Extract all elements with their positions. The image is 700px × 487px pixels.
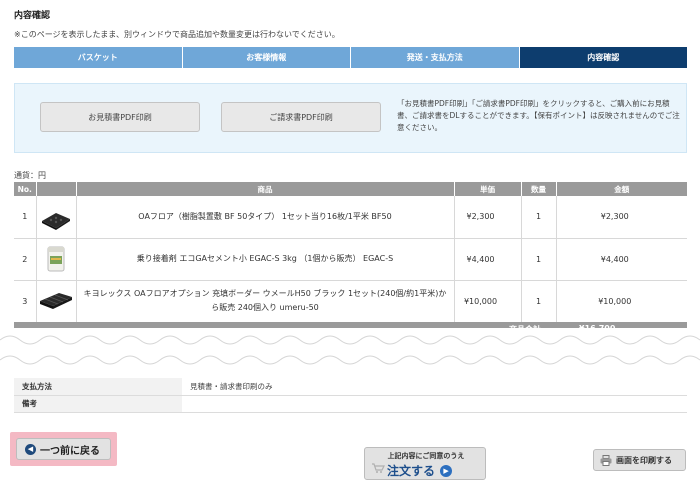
product-thumbnail — [36, 196, 77, 239]
step-confirm: 内容確認 — [519, 47, 687, 68]
amount: ¥4,400 — [556, 238, 687, 281]
table-row: 1 OAフロア（樹脂製置敷 BF 50タイプ） 1セット当り16枚/1平米 BF… — [14, 196, 687, 239]
back-button-highlight: ◀ 一つ前に戻る — [10, 432, 117, 466]
printer-icon — [600, 454, 612, 466]
header-unit-price: 単価 — [454, 182, 522, 196]
header-quantity: 数量 — [521, 182, 557, 196]
arrow-left-icon: ◀ — [25, 443, 36, 455]
header-image — [36, 182, 77, 196]
pdf-print-panel: お見積書PDF印刷 ご請求書PDF印刷 「お見積書PDF印刷」「ご請求書PDF印… — [14, 83, 687, 153]
border-strip-thumbnail — [39, 285, 73, 317]
place-order-button[interactable]: 上記内容にご同意のうえ 注文する ▶ — [364, 447, 486, 480]
row-no: 3 — [14, 280, 37, 323]
product-name[interactable]: OAフロア（樹脂製置敷 BF 50タイプ） 1セット当り16枚/1平米 BF50 — [76, 196, 455, 239]
print-button-label: 画面を印刷する — [616, 455, 672, 465]
back-button[interactable]: ◀ 一つ前に戻る — [16, 438, 111, 460]
product-name[interactable]: 乗り接着剤 エコGAセメント小 EGAC-S 3kg （1個から販売） EGAC… — [76, 238, 455, 281]
row-no: 2 — [14, 238, 37, 281]
unit-price: ¥2,300 — [454, 196, 522, 239]
pdf-note: 「お見積書PDF印刷」「ご請求書PDF印刷」をクリックすると、ご購入前にお見積書… — [397, 99, 680, 132]
remarks-value — [182, 395, 687, 413]
currency-label: 通貨：円 — [14, 171, 46, 180]
estimate-pdf-button[interactable]: お見積書PDF印刷 — [40, 102, 200, 132]
invoice-pdf-button[interactable]: ご請求書PDF印刷 — [221, 102, 381, 132]
torn-edge-divider — [0, 328, 700, 365]
print-page-button[interactable]: 画面を印刷する — [593, 449, 686, 471]
order-items-table: No. 商品 単価 数量 金額 1 OAフロア（樹脂製置敷 BF 50タイプ） … — [14, 182, 687, 323]
quantity: 1 — [521, 280, 557, 323]
table-row: 3 キヨレックス OAフロアオプション 充填ボーダー ウメールH50 ブラック … — [14, 280, 687, 323]
quantity: 1 — [521, 238, 557, 281]
header-no: No. — [14, 182, 37, 196]
remarks-row: 備考 — [14, 395, 687, 413]
step-shipping-payment: 発送・支払方法 — [351, 47, 519, 68]
adhesive-bucket-thumbnail — [39, 243, 73, 275]
unit-price: ¥10,000 — [454, 280, 522, 323]
table-header-row: No. 商品 単価 数量 金額 — [14, 182, 687, 196]
cart-icon — [372, 463, 385, 473]
payment-method-row: 支払方法 見積書・請求書印刷のみ — [14, 378, 687, 396]
unit-price: ¥4,400 — [454, 238, 522, 281]
remarks-label: 備考 — [14, 395, 182, 413]
amount: ¥10,000 — [556, 280, 687, 323]
oa-floor-panel-thumbnail — [39, 201, 73, 233]
amount: ¥2,300 — [556, 196, 687, 239]
page-title: 内容確認 — [14, 11, 51, 21]
header-product: 商品 — [76, 182, 455, 196]
product-name[interactable]: キヨレックス OAフロアオプション 充填ボーダー ウメールH50 ブラック 1セ… — [76, 280, 455, 323]
order-button-main: 注文する ▶ — [387, 462, 453, 479]
back-button-label: 一つ前に戻る — [40, 445, 100, 457]
step-basket: バスケット — [14, 47, 182, 68]
row-no: 1 — [14, 196, 37, 239]
product-thumbnail — [36, 280, 77, 323]
product-thumbnail — [36, 238, 77, 281]
header-amount: 金額 — [556, 182, 687, 196]
arrow-right-icon: ▶ — [440, 464, 453, 477]
step-customer-info: お客様情報 — [182, 47, 350, 68]
page-notice: ※このページを表示したまま、別ウィンドウで商品追加や数量変更は行わないでください… — [14, 30, 340, 39]
checkout-steps: バスケット お客様情報 発送・支払方法 内容確認 — [14, 47, 687, 68]
order-button-label: 注文する — [387, 464, 436, 478]
table-row: 2 乗り接着剤 エコGAセメント小 EGAC-S 3kg （1個から販売） EG… — [14, 238, 687, 281]
quantity: 1 — [521, 196, 557, 239]
order-info-table: 支払方法 見積書・請求書印刷のみ 備考 — [14, 378, 687, 413]
payment-method-label: 支払方法 — [14, 378, 182, 396]
payment-method-value: 見積書・請求書印刷のみ — [182, 378, 687, 396]
order-agreement-text: 上記内容にご同意のうえ — [387, 452, 465, 460]
